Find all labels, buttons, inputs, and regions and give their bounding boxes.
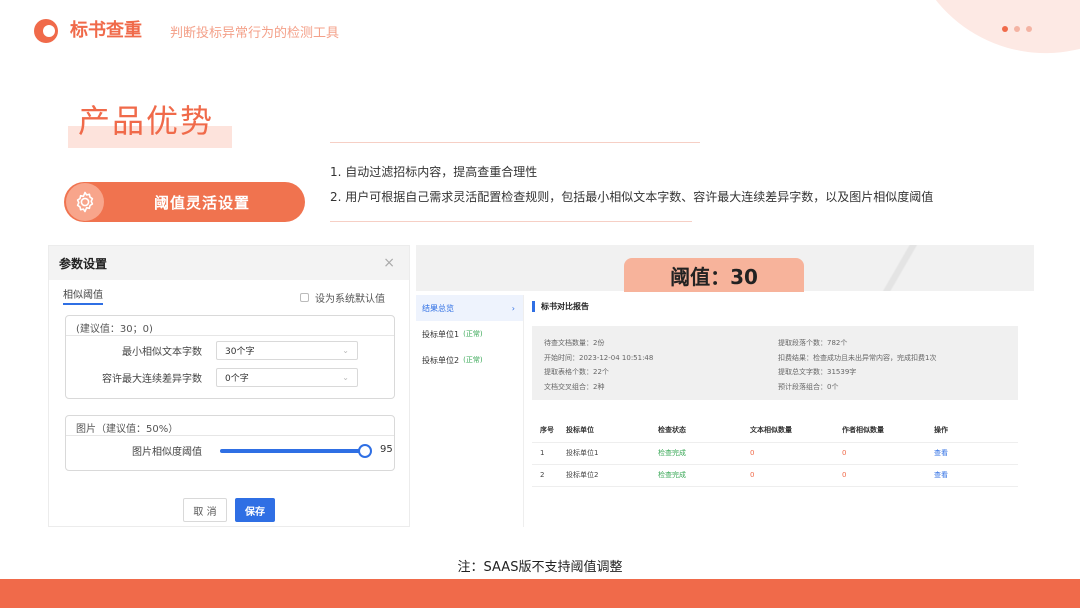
sidebar-item-label: 投标单位2: [422, 355, 460, 365]
table-header: 序号 投标单位 检查状态 文本相似数量 作者相似数量 操作: [532, 418, 1018, 443]
summary-item: 文档交叉组合：2种: [544, 382, 605, 391]
dialog-header: 参数设置 ×: [49, 246, 409, 280]
close-icon[interactable]: ×: [383, 255, 395, 271]
column-header: 投标单位: [558, 418, 650, 443]
min-text-row: 最小相似文本字数 30个字 ⌄: [66, 341, 358, 360]
summary-item: 提取表格个数：22个: [544, 368, 609, 376]
view-link[interactable]: 查看: [926, 442, 1018, 465]
image-similarity-label: 图片相似度阈值: [132, 447, 202, 458]
cell-text-similar: 0: [742, 442, 834, 465]
summary-item: 提取总文字数：31539字: [778, 368, 857, 376]
footnote: 注：SAAS版不支持阈值调整: [457, 560, 623, 575]
summary-item: 开始时间：2023-12-04 10:51:48: [544, 353, 654, 362]
default-checkbox[interactable]: 设为系统默认值: [300, 290, 385, 305]
status-tag: (正常): [463, 330, 483, 338]
image-similarity-slider[interactable]: [220, 444, 372, 458]
results-table: 序号 投标单位 检查状态 文本相似数量 作者相似数量 操作 1 投标单位1 检查…: [532, 418, 1018, 487]
chevron-down-icon: ⌄: [342, 346, 349, 355]
cell-index: 2: [532, 464, 558, 487]
gear-icon: [66, 183, 104, 221]
max-diff-label: 容许最大连续差异字数: [102, 374, 202, 385]
chevron-down-icon: ⌄: [342, 373, 349, 382]
summary-item: 预计段落组合：0个: [778, 382, 839, 391]
column-header: 序号: [532, 418, 558, 443]
text-threshold-group: (建议值：30；0) 最小相似文本字数 30个字 ⌄ 容许最大连续差异字数 0个…: [65, 315, 395, 399]
table-row: 2 投标单位2 检查完成 0 0 查看: [532, 464, 1018, 487]
point-item: 2. 用户可根据自己需求灵活配置检查规则，包括最小相似文本字数、容许最大连续差异…: [330, 190, 934, 204]
column-header: 检查状态: [650, 418, 742, 443]
cell-bidder: 投标单位2: [558, 464, 650, 487]
report-main: 标书对比报告 待查文档数量：2份 开始时间：2023-12-04 10:51:4…: [532, 295, 1026, 487]
report-sidebar: 结果总览 › 投标单位1 (正常) 投标单位2 (正常): [416, 295, 524, 527]
summary-right: 提取段落个数：782个 扣费结果：检查成功且未出异常内容，完成扣费1次 提取总文…: [778, 336, 936, 394]
footer-bar: [0, 579, 1080, 608]
cell-status: 检查完成: [650, 442, 742, 465]
image-similarity-value: 95: [380, 444, 393, 455]
sidebar-item-label: 投标单位1: [422, 329, 460, 339]
sidebar-item-overview[interactable]: 结果总览 ›: [416, 295, 523, 321]
brand-name: 标书查重: [70, 20, 142, 41]
divider: [330, 142, 700, 143]
settings-dialog: 参数设置 × 相似阈值 设为系统默认值 (建议值：30；0) 最小相似文本字数 …: [48, 245, 410, 527]
chevron-right-icon: ›: [511, 303, 515, 313]
report-heading: 标书对比报告: [532, 301, 1026, 312]
cell-index: 1: [532, 442, 558, 465]
summary-item: 提取段落个数：782个: [778, 339, 848, 347]
feature-pill: 阈值灵活设置: [64, 182, 305, 222]
column-header: 操作: [926, 418, 1018, 443]
group-header: (建议值：30；0): [66, 316, 394, 336]
corner-decoration: [906, 0, 1080, 80]
cell-bidder: 投标单位1: [558, 442, 650, 465]
max-diff-select[interactable]: 0个字 ⌄: [216, 368, 358, 387]
feature-points: 1. 自动过滤招标内容，提高查重合理性 2. 用户可根据自己需求灵活配置检查规则…: [330, 160, 933, 210]
min-text-label: 最小相似文本字数: [122, 347, 202, 358]
sidebar-item-bidder-1[interactable]: 投标单位1 (正常): [416, 321, 523, 347]
image-threshold-group: 图片（建议值：50%） 图片相似度阈值 95: [65, 415, 395, 471]
view-link[interactable]: 查看: [926, 464, 1018, 487]
divider: [330, 221, 692, 222]
table-row: 1 投标单位1 检查完成 0 0 查看: [532, 442, 1018, 465]
cell-author-similar: 0: [834, 464, 926, 487]
image-similarity-row: 图片相似度阈值: [66, 443, 216, 458]
cancel-button[interactable]: 取 消: [183, 498, 227, 522]
brand-logo: [34, 19, 58, 43]
min-text-value: 30个字: [225, 347, 255, 357]
dialog-title: 参数设置: [59, 256, 108, 271]
checkbox-box[interactable]: [300, 293, 309, 302]
group-header: 图片（建议值：50%）: [66, 416, 394, 436]
report-panel: 阈值：30 结果总览 › 投标单位1 (正常) 投标单位2 (正常) 标书对比报…: [416, 245, 1034, 527]
cell-text-similar: 0: [742, 464, 834, 487]
point-item: 1. 自动过滤招标内容，提高查重合理性: [330, 165, 538, 179]
cell-status: 检查完成: [650, 464, 742, 487]
max-diff-row: 容许最大连续差异字数 0个字 ⌄: [66, 368, 358, 387]
threshold-badge: 阈值：30: [624, 258, 804, 292]
checkbox-label: 设为系统默认值: [315, 294, 385, 305]
feature-label: 阈值灵活设置: [154, 193, 251, 212]
report-summary: 待查文档数量：2份 开始时间：2023-12-04 10:51:48 提取表格个…: [532, 326, 1018, 400]
sidebar-item-bidder-2[interactable]: 投标单位2 (正常): [416, 347, 523, 373]
cell-author-similar: 0: [834, 442, 926, 465]
summary-item: 待查文档数量：2份: [544, 339, 605, 347]
save-button[interactable]: 保存: [235, 498, 275, 522]
sidebar-item-label: 结果总览: [422, 303, 454, 313]
summary-item: 扣费结果：检查成功且未出异常内容，完成扣费1次: [778, 353, 937, 362]
status-tag: (正常): [463, 356, 483, 364]
dialog-tabs: 相似阈值 设为系统默认值: [49, 280, 409, 310]
page-title: 产品优势: [78, 102, 215, 140]
max-diff-value: 0个字: [225, 374, 249, 384]
brand-tagline: 判断投标异常行为的检测工具: [170, 26, 340, 41]
column-header: 文本相似数量: [742, 418, 834, 443]
column-header: 作者相似数量: [834, 418, 926, 443]
tab-similarity[interactable]: 相似阈值: [63, 286, 103, 305]
summary-left: 待查文档数量：2份 开始时间：2023-12-04 10:51:48 提取表格个…: [544, 336, 653, 394]
page-dots: [1002, 26, 1032, 32]
min-text-select[interactable]: 30个字 ⌄: [216, 341, 358, 360]
slider-handle[interactable]: [358, 444, 372, 458]
